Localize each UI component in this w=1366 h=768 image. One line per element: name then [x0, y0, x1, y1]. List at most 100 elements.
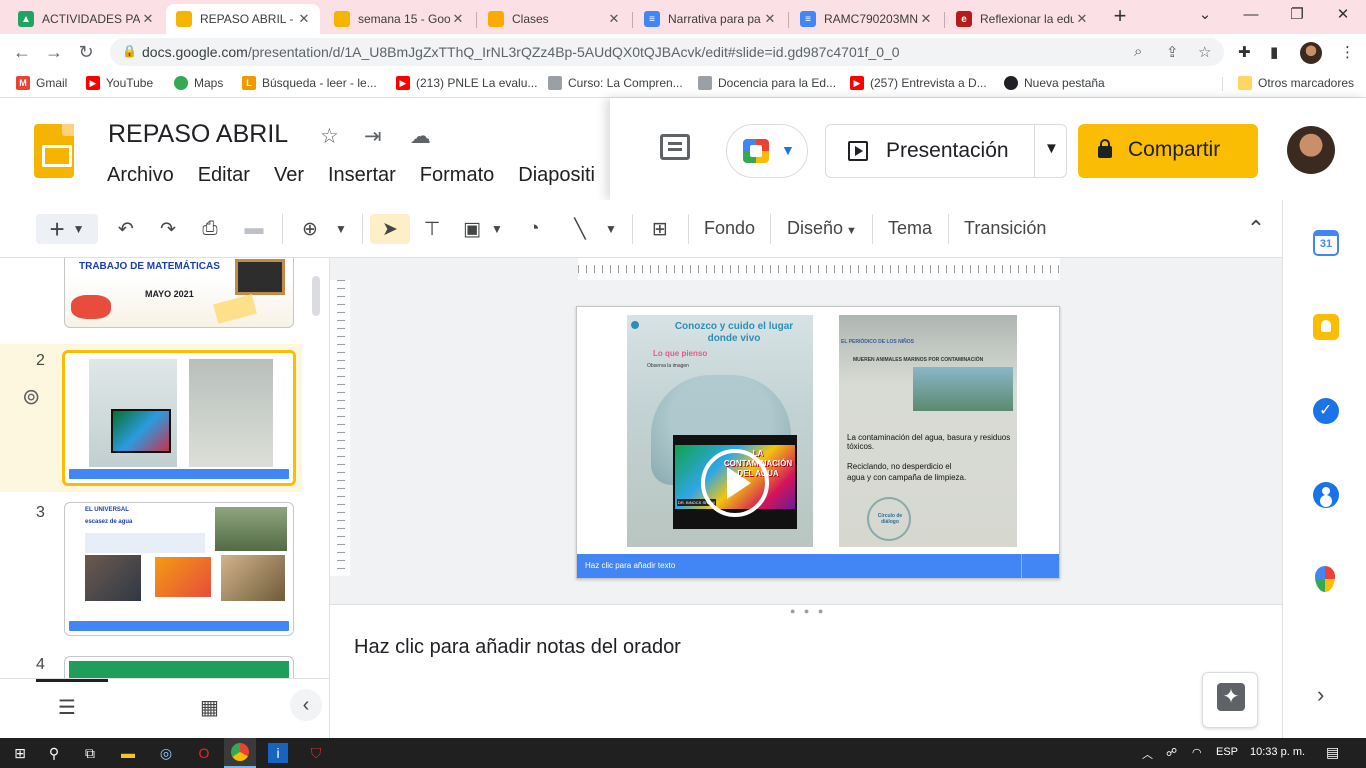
theme-button[interactable]: Tema	[888, 218, 932, 239]
menu-insertar[interactable]: Insertar	[328, 164, 396, 187]
filmstrip-view-icon[interactable]: ☰	[58, 695, 76, 720]
network-icon[interactable]: ☍	[1166, 746, 1177, 759]
tab-search-icon[interactable]: ⌄	[1190, 4, 1220, 26]
expand-panel-chevron-icon[interactable]: ›	[1317, 682, 1324, 708]
browser-tab[interactable]: ▲ ACTIVIDADES PAR ✕	[8, 4, 164, 34]
share-page-icon[interactable]: ⇪	[1166, 43, 1179, 61]
line-icon[interactable]: ╲	[566, 214, 594, 244]
explore-icon[interactable]	[1202, 672, 1258, 728]
language-indicator[interactable]: ESP	[1216, 746, 1238, 758]
google-contacts-icon[interactable]	[1313, 482, 1339, 508]
zoom-icon[interactable]: ⊕	[296, 214, 324, 244]
menu-ver[interactable]: Ver	[274, 164, 304, 187]
collapse-toolbar-icon[interactable]: ⌃	[1242, 214, 1270, 244]
play-button[interactable]	[701, 449, 769, 517]
notification-icon[interactable]: ▤	[1326, 744, 1339, 761]
menu-archivo[interactable]: Archivo	[107, 164, 174, 187]
clock[interactable]: 10:33 p. m.	[1250, 746, 1305, 758]
minimize-icon[interactable]: —	[1236, 4, 1266, 26]
embedded-video[interactable]: LA CONTAMINACIÓN DEL AGUA DR. BINOCS SHO…	[673, 435, 797, 529]
extensions-icon[interactable]: ✚	[1238, 43, 1251, 61]
bookmark-item[interactable]: ▶ (213) PNLE La evalu...	[396, 76, 537, 90]
windows-start-icon[interactable]: ⊞	[10, 743, 30, 763]
filmstrip-scrollbar[interactable]	[312, 276, 320, 316]
search-icon[interactable]: ⚲	[44, 743, 64, 763]
reload-icon[interactable]: ↻	[74, 40, 98, 64]
back-icon[interactable]: ←	[10, 40, 34, 64]
close-tab-icon[interactable]: ✕	[450, 11, 466, 27]
background-button[interactable]: Fondo	[704, 218, 755, 239]
insert-image-icon[interactable]: ▣	[458, 214, 486, 244]
browser-tab[interactable]: Clases ✕	[478, 4, 630, 34]
layout-button[interactable]: Diseño ▼	[787, 218, 857, 239]
present-button[interactable]: Presentación ▼	[825, 124, 1067, 178]
browser-tab[interactable]: e Reflexionar la edu ✕	[946, 4, 1098, 34]
select-cursor-icon[interactable]: ➤	[370, 214, 410, 244]
chevron-down-icon[interactable]: ▼	[73, 222, 85, 236]
linked-objects-icon[interactable]: ⊚	[22, 384, 40, 410]
browser-tab[interactable]: semana 15 - Goo ✕	[324, 4, 474, 34]
slide-thumbnail-2[interactable]	[62, 350, 296, 486]
close-tab-icon[interactable]: ✕	[140, 11, 156, 27]
google-tasks-icon[interactable]	[1313, 398, 1339, 424]
bookmark-item[interactable]: L Búsqueda - leer - le...	[242, 76, 377, 90]
forward-icon[interactable]: →	[42, 40, 66, 64]
menu-formato[interactable]: Formato	[420, 164, 494, 187]
caption-text-box[interactable]: Haz clic para añadir texto	[577, 554, 1059, 578]
menu-editar[interactable]: Editar	[198, 164, 250, 187]
horizontal-ruler[interactable]	[578, 258, 1060, 280]
browser-tab[interactable]: ≡ Narrativa para pa ✕	[634, 4, 786, 34]
slide-thumbnail-1[interactable]: TRABAJO DE MATEMÁTICAS MAYO 2021	[64, 258, 294, 328]
bookmark-item[interactable]: M Gmail	[16, 76, 67, 90]
profile-avatar[interactable]	[1300, 42, 1322, 64]
google-keep-icon[interactable]	[1313, 314, 1339, 340]
collapse-filmstrip-icon[interactable]: ‹	[290, 689, 322, 721]
speaker-notes-placeholder[interactable]: Haz clic para añadir notas del orador	[354, 636, 681, 659]
zoom-icon[interactable]: ⌕	[1134, 43, 1142, 60]
new-tab-icon[interactable]: +	[1108, 5, 1132, 29]
text-box-icon[interactable]: ⊤	[418, 214, 446, 244]
notes-resize-handle[interactable]: ● ● ●	[330, 604, 1282, 618]
slide-thumbnail-3[interactable]: EL UNIVERSAL escasez de agua	[64, 502, 294, 636]
meet-button[interactable]: ▼	[726, 124, 808, 178]
task-view-icon[interactable]: ⧉	[80, 743, 100, 763]
browser-tab[interactable]: ≡ RAMC790203MN ✕	[790, 4, 942, 34]
cloud-saved-icon[interactable]: ☁	[410, 124, 431, 149]
share-button[interactable]: Compartir	[1078, 124, 1258, 178]
bookmark-item[interactable]: Nueva pestaña	[1004, 76, 1105, 90]
other-bookmarks[interactable]: Otros marcadores	[1238, 76, 1354, 90]
new-slide-button[interactable]: + ▼	[36, 214, 98, 244]
restore-icon[interactable]: ❐	[1282, 4, 1312, 26]
sidepanel-icon[interactable]: ▮	[1270, 43, 1278, 61]
print-icon[interactable]: ⎙	[196, 214, 224, 244]
close-tab-icon[interactable]: ✕	[762, 11, 778, 27]
close-tab-icon[interactable]: ✕	[296, 11, 312, 27]
opera-icon[interactable]: O	[194, 743, 214, 763]
redo-icon[interactable]: ↷	[154, 214, 182, 244]
shape-icon[interactable]: ◔	[520, 214, 548, 244]
cortana-icon[interactable]: ◎	[156, 743, 176, 763]
grid-view-icon[interactable]: ▦	[200, 695, 219, 720]
url-field[interactable]: 🔒 docs.google.com/presentation/d/1A_U8Bm…	[110, 38, 1224, 66]
google-calendar-icon[interactable]: 31	[1313, 230, 1339, 256]
bookmark-item[interactable]: Maps	[174, 76, 223, 90]
chrome-taskbar-icon[interactable]	[224, 738, 256, 768]
document-title[interactable]: REPASO ABRIL	[108, 120, 288, 149]
browser-tab-active[interactable]: REPASO ABRIL - ✕	[166, 4, 320, 34]
comment-history-icon[interactable]	[660, 134, 690, 160]
image-chevron-icon[interactable]: ▼	[488, 214, 506, 244]
app-icon[interactable]: i	[268, 743, 288, 763]
lock-icon[interactable]: 🔒	[122, 44, 137, 58]
bookmark-item[interactable]: ▶ (257) Entrevista a D...	[850, 76, 987, 90]
account-avatar[interactable]	[1287, 126, 1335, 174]
bookmark-item[interactable]: Curso: La Compren...	[548, 76, 683, 90]
paint-format-icon[interactable]: ▬	[240, 214, 268, 244]
vertical-ruler[interactable]	[330, 280, 350, 576]
zoom-chevron-icon[interactable]: ▼	[332, 214, 350, 244]
bookmark-item[interactable]: ▶ YouTube	[86, 76, 153, 90]
add-comment-icon[interactable]: ⊞	[646, 214, 674, 244]
star-icon[interactable]: ☆	[320, 124, 339, 149]
close-window-icon[interactable]: ✕	[1328, 4, 1358, 26]
line-chevron-icon[interactable]: ▼	[602, 214, 620, 244]
current-slide[interactable]: Conozco y cuido el lugar donde vivo Lo q…	[576, 306, 1060, 579]
